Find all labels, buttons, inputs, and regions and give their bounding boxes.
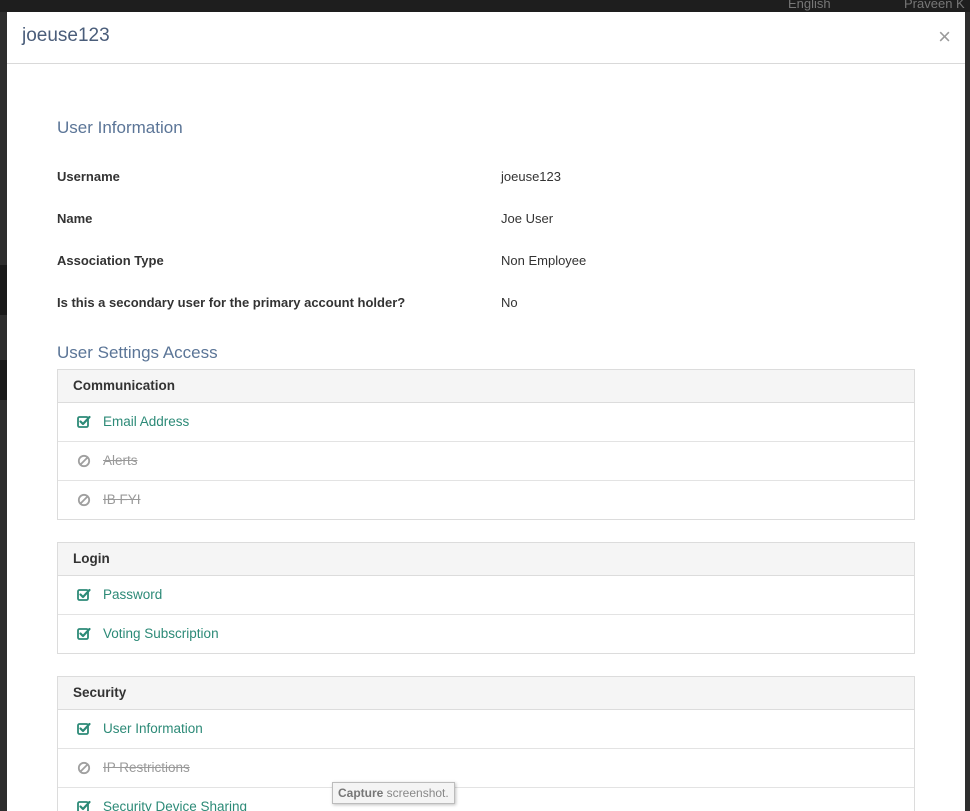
modal-title: joeuse123 [22,25,110,46]
settings-item: Alerts [58,442,914,481]
user-information-heading: User Information [57,118,183,137]
language-selector: English [788,0,831,11]
settings-item: IB FYI [58,481,914,519]
background-right-edge [965,12,970,811]
settings-item-label: Password [103,587,163,602]
check-square-icon [77,800,103,811]
close-icon[interactable]: × [938,26,951,48]
check-square-icon [77,627,103,641]
settings-item: Voting Subscription [58,615,914,653]
settings-item-label: Email Address [103,414,190,429]
settings-item: IP Restrictions [58,749,914,788]
user-settings-access-heading: User Settings Access [57,343,218,362]
ban-icon [77,493,103,507]
settings-item: User Information [58,710,914,749]
settings-item: Email Address [58,403,914,442]
ban-icon [77,454,103,468]
info-value: Non Employee [501,253,587,268]
background-block [0,360,7,400]
settings-item-label: Voting Subscription [103,626,219,641]
settings-item-label: IP Restrictions [103,760,190,775]
info-label: Username [57,169,120,184]
background-left-edge [0,12,7,811]
settings-item: Password [58,576,914,615]
modal-header: joeuse123 × [7,12,965,64]
check-square-icon [77,415,103,429]
panel-title: Communication [58,370,914,403]
info-value: joeuse123 [501,169,561,184]
info-label: Name [57,211,93,226]
user-detail-modal: joeuse123 × User Information Username joe… [7,12,965,811]
background-topbar: English Praveen K [0,0,970,12]
info-label: Association Type [57,253,164,268]
settings-item-label: IB FYI [103,492,141,507]
ban-icon [77,761,103,775]
panel-title: Security [58,677,914,710]
check-square-icon [77,588,103,602]
settings-item: Security Device Sharing [58,788,914,811]
info-label: Is this a secondary user for the primary… [57,295,406,310]
info-value: No [501,295,518,310]
settings-panel-login: Login Password Voting Subscription [57,542,915,654]
settings-panel-communication: Communication Email Address Alerts IB FYI [57,369,915,520]
settings-item-label: Security Device Sharing [103,799,248,811]
settings-item-label: Alerts [103,453,138,468]
tooltip: Capture screenshot. [332,782,455,804]
background-block [0,265,7,315]
settings-panel-security: Security User Information IP Restrictions S… [57,676,915,811]
settings-item-label: User Information [103,721,203,736]
info-value: Joe User [501,211,554,226]
panel-title: Login [58,543,914,576]
user-menu: Praveen K [904,0,965,11]
check-square-icon [77,722,103,736]
